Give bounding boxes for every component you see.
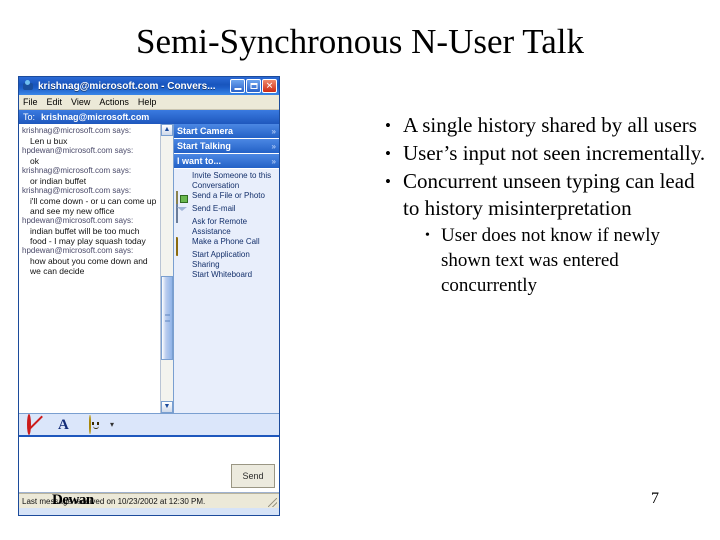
action-label: Start Whiteboard (192, 270, 253, 279)
resize-grip-icon[interactable] (268, 498, 277, 507)
messenger-app-icon (21, 79, 35, 93)
bullet-icon (176, 251, 189, 262)
list-item: • Concurrent unseen typing can lead to h… (385, 168, 710, 222)
chat-message: how about you come down and we can decid… (30, 256, 148, 276)
action-start-application-sharing[interactable]: Start Application Sharing (176, 250, 277, 269)
chat-scrollbar[interactable]: ▲ ▼ (160, 124, 173, 413)
action-send-email[interactable]: Send E-mail (176, 204, 277, 223)
panel-label: Start Talking (177, 141, 231, 151)
bullet-marker: • (385, 116, 391, 135)
list-item: • User’s input not seen incrementally. (385, 140, 710, 167)
chevron-down-icon: » (271, 126, 276, 136)
chevron-down-icon[interactable]: ▾ (110, 420, 114, 429)
panel-label: I want to... (177, 156, 221, 166)
action-list: Invite Someone to this Conversation Send… (174, 169, 279, 282)
bullet-list: • A single history shared by all users •… (385, 112, 710, 299)
messenger-window: krishnag@microsoft.com - Convers... ✕ Fi… (18, 76, 280, 516)
send-button[interactable]: Send (231, 464, 275, 488)
menu-file[interactable]: File (23, 97, 38, 107)
chevron-down-icon: » (271, 141, 276, 151)
bullet-text: User’s input not seen incrementally. (403, 141, 706, 165)
chat-sender: krishnag@microsoft.com says: (22, 186, 132, 195)
bullet-text: Concurrent unseen typing can lead to his… (403, 169, 695, 220)
menu-help[interactable]: Help (138, 97, 157, 107)
bullet-marker: • (385, 144, 391, 163)
menu-view[interactable]: View (71, 97, 90, 107)
chat-message: or indian buffet (30, 176, 87, 186)
menu-actions[interactable]: Actions (99, 97, 129, 107)
recipient-bar: To: krishnag@microsoft.com (19, 110, 279, 124)
list-item: • A single history shared by all users (385, 112, 710, 139)
panel-label: Start Camera (177, 126, 234, 136)
chat-message: Len u bux (30, 136, 68, 146)
action-label: Send a File or Photo (192, 191, 265, 200)
block-icon (27, 414, 31, 435)
action-label: Invite Someone to this Conversation (192, 171, 272, 190)
chat-message: i'll come down - or u can come up and se… (30, 196, 157, 216)
bullet-icon (176, 271, 189, 282)
slide-footer-author: Dewan (52, 492, 94, 508)
action-label: Make a Phone Call (192, 237, 260, 246)
menu-edit[interactable]: Edit (47, 97, 63, 107)
action-label: Send E-mail (192, 204, 236, 213)
bullet-marker: • (425, 228, 430, 243)
compose-area: Send (19, 437, 279, 493)
action-label: Ask for Remote Assistance (192, 217, 248, 236)
chat-sender: hpdewan@microsoft.com says: (22, 246, 134, 255)
scroll-down-arrow[interactable]: ▼ (161, 401, 173, 413)
chat-sender: hpdewan@microsoft.com says: (22, 216, 134, 225)
message-input[interactable] (23, 441, 227, 488)
scrollbar-thumb[interactable] (161, 276, 173, 360)
chat-message: ok (30, 156, 39, 166)
change-font-button[interactable]: A (58, 416, 75, 433)
conversation-body: krishnag@microsoft.com says: Len u bux h… (19, 124, 279, 413)
bullet-marker: • (385, 172, 391, 191)
chat-message: indian buffet will be too much food - I … (30, 226, 146, 246)
scrollbar-grip-icon (165, 314, 170, 322)
panel-i-want-to[interactable]: I want to... » (174, 154, 279, 169)
email-icon (176, 204, 189, 223)
action-start-whiteboard[interactable]: Start Whiteboard (176, 270, 277, 282)
minimize-button[interactable] (230, 79, 245, 93)
close-button[interactable]: ✕ (262, 79, 277, 93)
chevron-down-icon: » (271, 156, 276, 166)
actions-pane: Start Camera » Start Talking » I want to… (174, 124, 279, 413)
bullet-text: User does not know if newly shown text w… (441, 225, 660, 296)
action-send-file-or-photo[interactable]: Send a File or Photo (176, 191, 277, 210)
chat-sender: hpdewan@microsoft.com says: (22, 146, 134, 155)
phone-icon (176, 237, 189, 256)
panel-start-talking[interactable]: Start Talking » (174, 139, 279, 154)
bullet-icon (176, 172, 189, 183)
action-invite-someone[interactable]: Invite Someone to this Conversation (176, 171, 277, 190)
menubar: File Edit View Actions Help (19, 95, 279, 110)
bullet-icon (176, 218, 189, 229)
window-titlebar: krishnag@microsoft.com - Convers... ✕ (19, 77, 279, 95)
status-text: Last message received on 10/23/2002 at 1… (22, 496, 206, 506)
window-title: krishnag@microsoft.com - Convers... (38, 80, 216, 92)
page-title: Semi-Synchronous N-User Talk (136, 22, 584, 61)
recipient-label: To: (23, 112, 36, 122)
slide-page-number: 7 (651, 490, 659, 507)
recipient-value: krishnag@microsoft.com (41, 112, 150, 122)
chat-history[interactable]: krishnag@microsoft.com says: Len u bux h… (19, 124, 160, 413)
format-toolbar: A ▾ (19, 413, 279, 437)
action-make-phone-call[interactable]: Make a Phone Call (176, 237, 277, 256)
panel-start-camera[interactable]: Start Camera » (174, 124, 279, 139)
file-photo-icon (176, 191, 189, 210)
emoticon-button[interactable] (89, 415, 106, 434)
bullet-text: A single history shared by all users (403, 113, 697, 137)
scroll-up-arrow[interactable]: ▲ (161, 124, 173, 136)
list-item-sub: • User does not know if newly shown text… (425, 223, 710, 298)
font-icon: A (58, 417, 69, 433)
block-button[interactable] (27, 414, 44, 435)
maximize-button[interactable] (246, 79, 261, 93)
chat-history-pane: krishnag@microsoft.com says: Len u bux h… (19, 124, 174, 413)
action-ask-remote-assistance[interactable]: Ask for Remote Assistance (176, 217, 277, 236)
chat-sender: krishnag@microsoft.com says: (22, 126, 132, 135)
chat-sender: krishnag@microsoft.com says: (22, 166, 132, 175)
emoticon-icon (89, 415, 99, 434)
action-label: Start Application Sharing (192, 250, 250, 269)
